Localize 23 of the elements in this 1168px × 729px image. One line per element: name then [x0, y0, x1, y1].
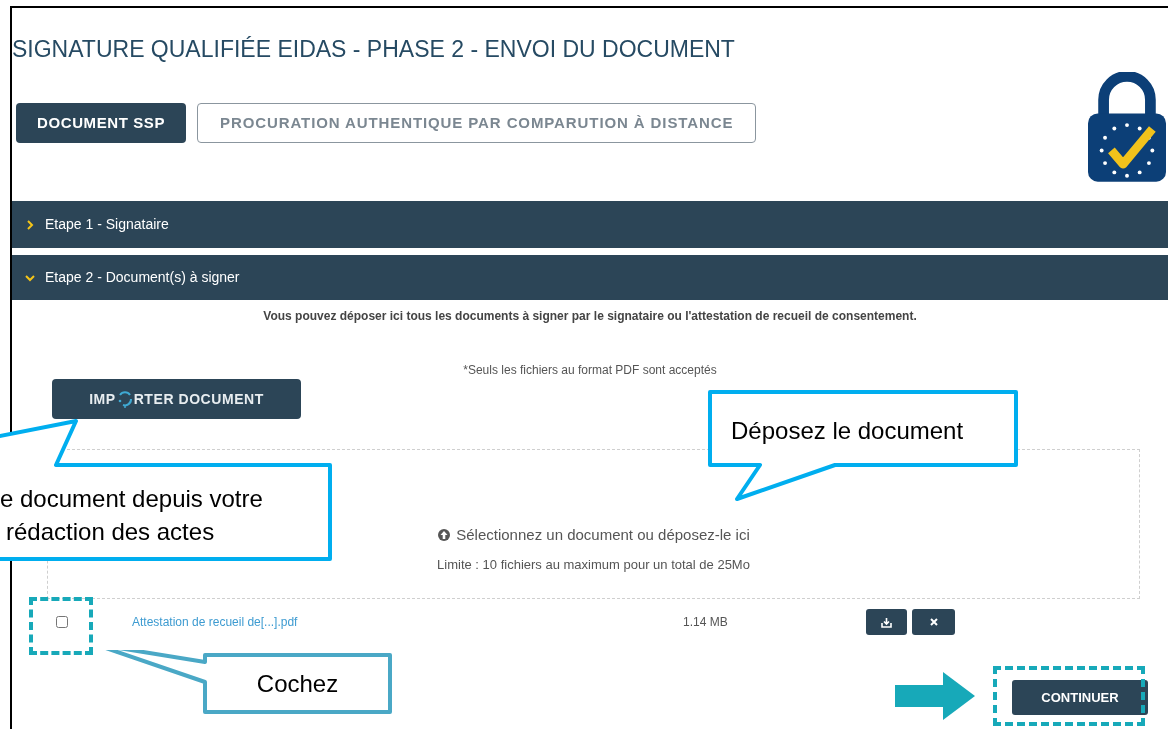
- pdf-only-note: *Seuls les fichiers au format PDF sont acceptés: [462, 362, 718, 379]
- page-title: SIGNATURE QUALIFIÉE EIDAS - PHASE 2 - ENVOI DU DOCUMENT: [12, 35, 736, 64]
- accordion-header[interactable]: Etape 2 - Document(s) à signer: [12, 255, 1168, 300]
- close-icon: [929, 618, 938, 626]
- tab[interactable]: PROCURATION AUTHENTIQUE PAR COMPARUTION À DISTANCE: [197, 103, 757, 143]
- callout-text: Déposez le document: [731, 416, 964, 446]
- tab[interactable]: DOCUMENT SSP: [16, 103, 187, 143]
- file-checkbox[interactable]: [56, 616, 68, 628]
- loading-spinner-icon: [116, 390, 133, 408]
- dropzone-prompt: Sélectionnez un document ou déposez-le ici: [456, 525, 750, 545]
- continue-button[interactable]: CONTINUER: [1012, 680, 1148, 715]
- checkbox-highlight: [29, 597, 93, 655]
- import-document-button[interactable]: IMP RTER DOCUMENT: [52, 379, 301, 419]
- download-button[interactable]: [866, 609, 907, 635]
- delete-button[interactable]: [912, 609, 955, 635]
- accordion-header[interactable]: Etape 1 - Signataire: [12, 201, 1168, 248]
- file-size: 1.14 MB: [683, 614, 729, 631]
- chevron-down-icon: [25, 272, 35, 283]
- dropzone-limit: Limite : 10 fichiers au maximum pour un total de 25Mo: [437, 555, 750, 574]
- upload-description: Vous pouvez déposer ici tous les documents à signer par le signataire ou l'attestation de recueil de consentement.: [262, 308, 918, 325]
- download-icon: [881, 616, 892, 628]
- callout-text: Cochez: [256, 668, 339, 699]
- chevron-right-icon: [25, 219, 35, 230]
